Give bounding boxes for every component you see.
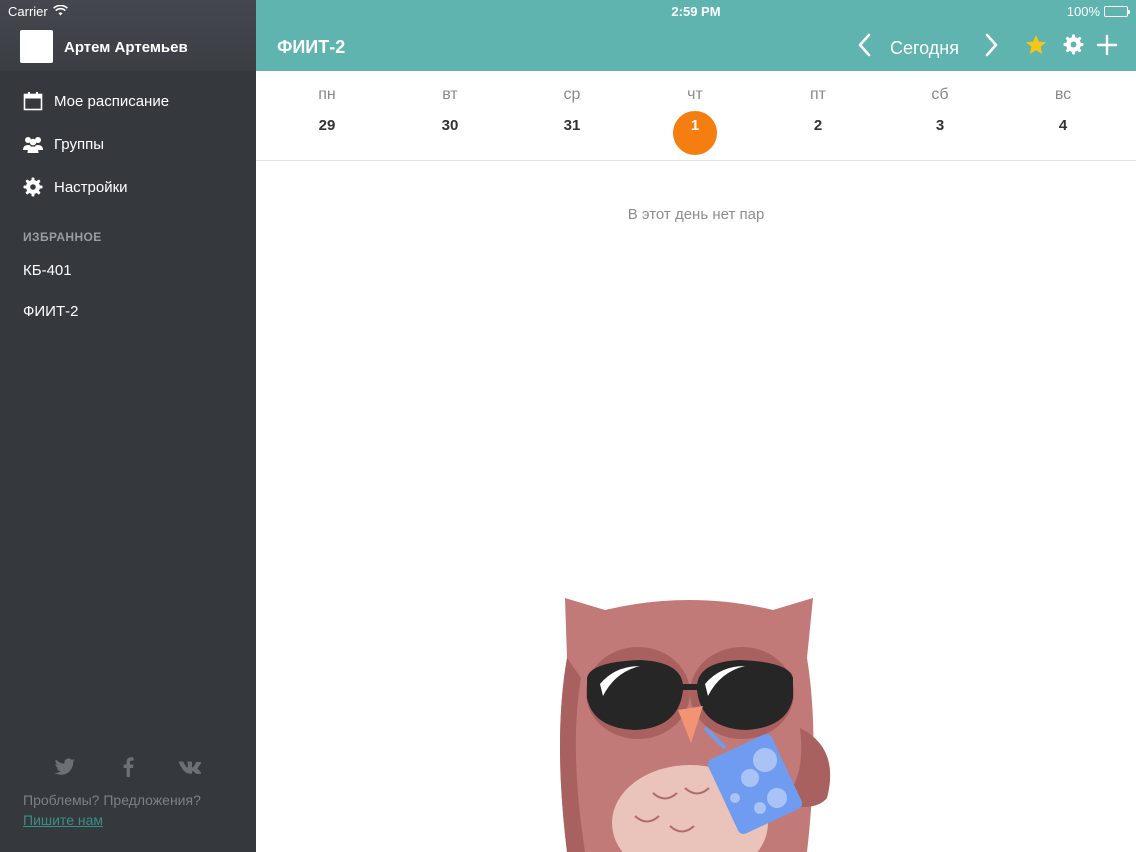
battery-icon — [1104, 6, 1130, 17]
day-tuesday[interactable]: вт 30 — [395, 71, 505, 160]
day-monday[interactable]: пн 29 — [272, 71, 382, 160]
day-name: пт — [810, 86, 826, 103]
wifi-icon — [52, 4, 68, 19]
day-friday[interactable]: пт 2 — [763, 71, 873, 160]
feedback-text: Проблемы? Предложения? — [23, 792, 201, 808]
sidebar-item-label: Группы — [54, 135, 104, 153]
page-title: ФИИТ-2 — [277, 37, 346, 57]
favorite-button[interactable] — [1024, 33, 1048, 61]
favorite-item-kb-401[interactable]: КБ-401 — [23, 262, 72, 279]
day-saturday[interactable]: сб 3 — [885, 71, 995, 160]
next-week-button[interactable] — [981, 33, 1003, 61]
sidebar: Carrier Артем Артемьев Мое расписание Гр… — [0, 0, 256, 852]
day-name: пн — [318, 86, 336, 103]
avatar[interactable] — [20, 30, 53, 63]
app-window: Carrier Артем Артемьев Мое расписание Гр… — [0, 0, 1136, 852]
day-name: сб — [931, 86, 949, 103]
week-strip: пн 29 вт 30 ср 31 чт 1 пт 2 сб 3 вс 4 — [256, 71, 1136, 161]
gear-icon — [22, 176, 44, 198]
empty-schedule-message: В этот день нет пар — [627, 206, 765, 223]
star-icon — [1025, 34, 1047, 60]
day-name: вс — [1054, 86, 1072, 103]
favorite-item-fiit-2[interactable]: ФИИТ-2 — [23, 303, 78, 320]
day-thursday-selected[interactable]: чт 1 — [640, 71, 750, 160]
owl-illustration — [545, 598, 845, 852]
sidebar-item-my-schedule[interactable]: Мое расписание — [0, 81, 256, 121]
status-battery: 100% — [1066, 4, 1130, 19]
sidebar-item-label: Мое расписание — [54, 92, 170, 110]
day-number: 4 — [1058, 117, 1068, 134]
status-time: 2:59 PM — [671, 4, 721, 19]
day-sunday[interactable]: вс 4 — [1008, 71, 1118, 160]
calendar-icon — [22, 90, 44, 112]
day-name: ср — [563, 86, 581, 103]
gear-icon — [1063, 34, 1084, 60]
today-button[interactable]: Сегодня — [890, 38, 959, 59]
carrier-label: Carrier — [8, 4, 48, 19]
day-number: 29 — [318, 117, 336, 134]
sidebar-header: Carrier Артем Артемьев — [0, 0, 256, 71]
prev-week-button[interactable] — [853, 33, 875, 61]
sidebar-item-settings[interactable]: Настройки — [0, 167, 256, 207]
day-number: 1 — [690, 117, 700, 134]
settings-button[interactable] — [1061, 33, 1085, 61]
facebook-icon[interactable] — [116, 756, 140, 778]
plus-icon — [1096, 34, 1118, 61]
sidebar-item-groups[interactable]: Группы — [0, 124, 256, 164]
status-carrier: Carrier — [8, 4, 68, 19]
vk-icon[interactable] — [178, 756, 202, 778]
feedback-link[interactable]: Пишите нам — [23, 812, 103, 828]
day-wednesday[interactable]: ср 31 — [517, 71, 627, 160]
header-bar: 2:59 PM 100% ФИИТ-2 Сегодня — [256, 0, 1136, 71]
day-number: 31 — [563, 117, 581, 134]
chevron-left-icon — [857, 33, 871, 62]
day-name: вт — [442, 86, 458, 103]
day-name: чт — [687, 86, 703, 103]
sidebar-item-label: Настройки — [54, 178, 128, 196]
favorites-title: ИЗБРАННОЕ — [23, 230, 102, 244]
chevron-right-icon — [985, 33, 999, 62]
users-icon — [22, 133, 44, 155]
twitter-icon[interactable] — [53, 756, 77, 778]
day-number: 30 — [441, 117, 459, 134]
day-number: 3 — [935, 117, 945, 134]
add-button[interactable] — [1095, 33, 1119, 61]
day-number: 2 — [813, 117, 823, 134]
battery-percent: 100% — [1066, 4, 1100, 19]
user-name[interactable]: Артем Артемьев — [64, 39, 188, 56]
